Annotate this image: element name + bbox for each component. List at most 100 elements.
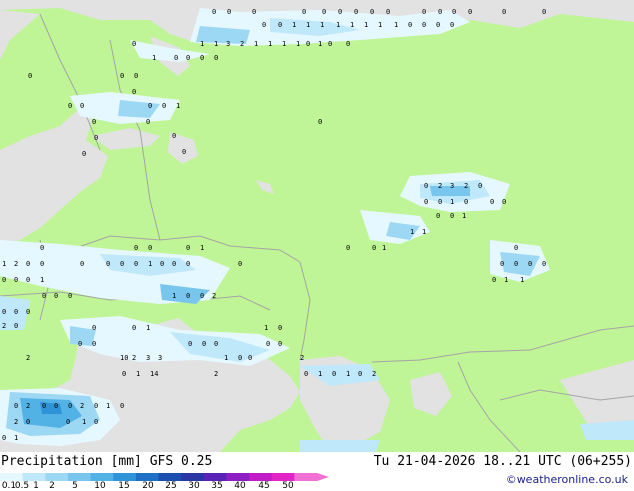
point-value: 2 bbox=[132, 354, 136, 362]
point-value: 1 bbox=[148, 260, 152, 268]
point-value: 0 bbox=[42, 292, 46, 300]
point-value: 0 bbox=[2, 434, 6, 442]
point-value: 0 bbox=[186, 292, 190, 300]
point-value: 1 bbox=[136, 370, 140, 378]
point-value: 1 bbox=[40, 276, 44, 284]
point-value: 1 bbox=[318, 370, 322, 378]
point-value: 0 bbox=[214, 54, 218, 62]
scale-swatch bbox=[249, 473, 273, 481]
point-value: 0 bbox=[14, 308, 18, 316]
point-value: 0 bbox=[160, 260, 164, 268]
point-value: 0 bbox=[438, 198, 442, 206]
point-value: 14 bbox=[150, 370, 158, 378]
point-value: 1 bbox=[422, 228, 426, 236]
point-value: 0 bbox=[492, 276, 496, 284]
point-value: 0 bbox=[94, 418, 98, 426]
point-value: 0 bbox=[386, 8, 390, 16]
point-value: 0 bbox=[450, 21, 454, 29]
point-value: 1 bbox=[82, 418, 86, 426]
point-value: 0 bbox=[278, 21, 282, 29]
point-value: 0 bbox=[66, 418, 70, 426]
point-value: 0 bbox=[328, 40, 332, 48]
point-value: 0 bbox=[278, 324, 282, 332]
point-value: 0 bbox=[68, 402, 72, 410]
point-value: 0 bbox=[200, 292, 204, 300]
point-value: 1 bbox=[214, 40, 218, 48]
point-value: 0 bbox=[40, 260, 44, 268]
point-value: 0 bbox=[14, 276, 18, 284]
point-value: 0 bbox=[278, 340, 282, 348]
point-value: 0 bbox=[514, 244, 518, 252]
point-value: 0 bbox=[28, 72, 32, 80]
point-value: 0 bbox=[450, 212, 454, 220]
point-value: 0 bbox=[422, 21, 426, 29]
point-value: 0 bbox=[122, 370, 126, 378]
point-value: 0 bbox=[134, 244, 138, 252]
point-value: 0 bbox=[214, 340, 218, 348]
point-value: 0 bbox=[78, 340, 82, 348]
precipitation-map: 0000000000000000011111111000011321111010… bbox=[0, 0, 634, 452]
point-value: 0 bbox=[186, 244, 190, 252]
point-value: 0 bbox=[322, 8, 326, 16]
point-value: 0 bbox=[542, 260, 546, 268]
point-value: 0 bbox=[500, 260, 504, 268]
point-value: 2 bbox=[240, 40, 244, 48]
point-value: 2 bbox=[14, 418, 18, 426]
point-value: 1 bbox=[382, 244, 386, 252]
point-value: 0 bbox=[212, 8, 216, 16]
point-value: 0 bbox=[248, 354, 252, 362]
point-value: 0 bbox=[424, 198, 428, 206]
point-value: 0 bbox=[372, 244, 376, 252]
point-value: 0 bbox=[490, 198, 494, 206]
point-value: 0 bbox=[438, 8, 442, 16]
point-value: 0 bbox=[188, 340, 192, 348]
point-value: 0 bbox=[26, 276, 30, 284]
point-value: 0 bbox=[2, 308, 6, 316]
scale-swatch bbox=[203, 473, 227, 481]
point-value: 0 bbox=[528, 260, 532, 268]
scale-swatch bbox=[113, 473, 137, 481]
point-value: 1 bbox=[176, 102, 180, 110]
point-value: 1 bbox=[14, 434, 18, 442]
point-value: 0 bbox=[186, 260, 190, 268]
point-value: 0 bbox=[502, 198, 506, 206]
scale-swatch bbox=[0, 473, 24, 481]
point-value: 2 bbox=[372, 370, 376, 378]
point-value: 1 bbox=[364, 21, 368, 29]
point-value: 0 bbox=[262, 21, 266, 29]
point-value: 2 bbox=[212, 292, 216, 300]
point-value: 0 bbox=[200, 54, 204, 62]
point-value: 1 bbox=[410, 228, 414, 236]
point-value: 0 bbox=[172, 132, 176, 140]
point-value: 0 bbox=[106, 260, 110, 268]
point-value: 1 bbox=[520, 276, 524, 284]
point-value: 0 bbox=[436, 212, 440, 220]
point-value: 0 bbox=[26, 418, 30, 426]
point-value: 0 bbox=[148, 244, 152, 252]
point-value: 0 bbox=[370, 8, 374, 16]
point-value: 1 bbox=[254, 40, 258, 48]
point-value: 0 bbox=[134, 72, 138, 80]
point-value: 0 bbox=[2, 276, 6, 284]
point-value: 0 bbox=[40, 244, 44, 252]
point-value: 0 bbox=[162, 102, 166, 110]
point-value: 1 bbox=[504, 276, 508, 284]
point-value: 1 bbox=[296, 40, 300, 48]
point-value: 2 bbox=[2, 322, 6, 330]
scale-swatch bbox=[135, 473, 159, 481]
point-value: 3 bbox=[450, 182, 454, 190]
point-value: 0 bbox=[358, 370, 362, 378]
point-value: 0 bbox=[26, 260, 30, 268]
credit-link[interactable]: ©weatheronline.co.uk bbox=[506, 473, 628, 486]
point-value: 0 bbox=[346, 40, 350, 48]
point-value: 1 bbox=[172, 292, 176, 300]
point-value: 0 bbox=[302, 8, 306, 16]
point-value: 0 bbox=[318, 118, 322, 126]
point-value: 1 bbox=[378, 21, 382, 29]
point-value: 0 bbox=[26, 308, 30, 316]
point-value: 0 bbox=[452, 8, 456, 16]
point-value: 0 bbox=[120, 260, 124, 268]
point-value: 0 bbox=[502, 8, 506, 16]
point-value: 0 bbox=[202, 340, 206, 348]
point-value: 2 bbox=[214, 370, 218, 378]
